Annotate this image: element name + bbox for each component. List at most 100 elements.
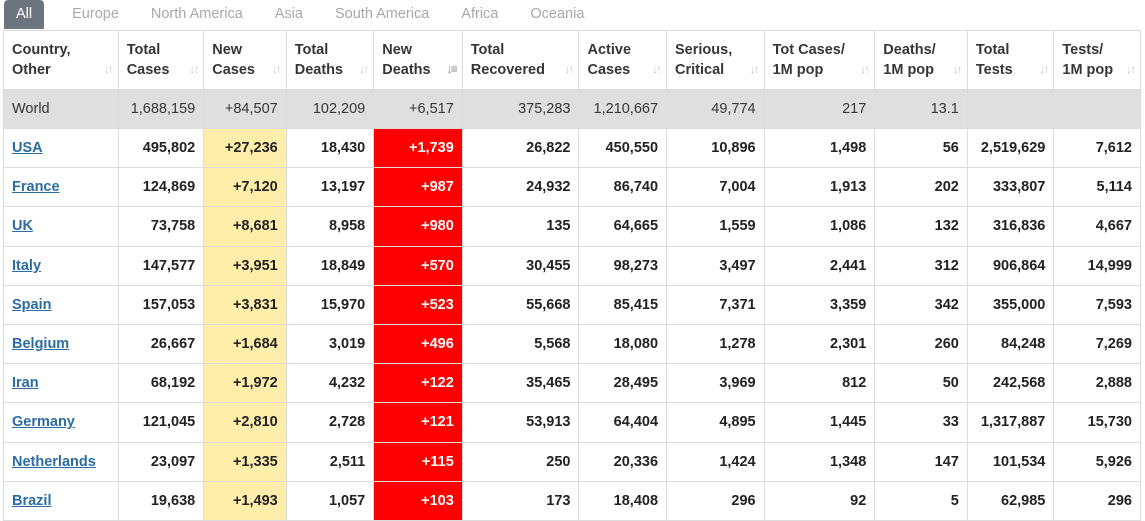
cell-active-cases: 28,495	[578, 363, 668, 404]
cell-total-deaths: 2,728	[285, 402, 375, 443]
cell-deaths-per-1m: 147	[874, 441, 968, 482]
country-link[interactable]: Spain	[12, 297, 51, 313]
table-row: USA 495,802 +27,236 18,430 +1,739 26,822 450,5…	[3, 127, 1141, 169]
header-tests-per-1m[interactable]: Tests/1M pop ↓↑	[1053, 30, 1141, 90]
header-line1: Country,	[12, 42, 71, 58]
cell-deaths-per-1m: 33	[874, 402, 968, 443]
sort-arrows-icon[interactable]: ↓↑	[750, 59, 760, 79]
cell-tests-per-1m	[1053, 89, 1141, 129]
country-link[interactable]: USA	[12, 140, 43, 156]
sort-arrows-icon[interactable]: ↓↑	[272, 59, 282, 79]
header-serious-critical[interactable]: Serious, Critical ↓↑	[666, 30, 765, 90]
cell-total-cases: 124,869	[117, 167, 205, 208]
cell-total-recovered: 250	[461, 441, 580, 482]
header-line2: Cases	[587, 62, 631, 78]
cell-tot-cases-per-1m: 1,445	[763, 402, 876, 443]
covid-table: Country, Other ↓↑ Total Cases ↓↑ New Cases ↓↑ Tot…	[3, 30, 1141, 521]
header-line1: Total	[126, 42, 161, 58]
country-link[interactable]: UK	[12, 218, 33, 234]
tab-all[interactable]: All	[4, 0, 45, 29]
tab-africa[interactable]: Africa	[445, 0, 514, 29]
tab-south-america[interactable]: South America	[319, 0, 445, 29]
cell-new-cases: +7,120	[203, 167, 287, 208]
country-link[interactable]: France	[12, 179, 60, 195]
table-row: Belgium 26,667 +1,684 3,019 +496 5,568 18,080 1…	[3, 323, 1141, 365]
header-line1: Deaths/	[883, 42, 936, 58]
header-total-recovered[interactable]: Total Recovered ↓↑	[461, 30, 580, 90]
header-line1: New	[212, 42, 243, 58]
header-total-tests[interactable]: Total Tests ↓↑	[966, 30, 1055, 90]
cell-deaths-per-1m: 202	[874, 167, 968, 208]
country-link[interactable]: Belgium	[12, 336, 69, 352]
cell-active-cases: 18,408	[578, 480, 668, 521]
country-link[interactable]: Italy	[12, 258, 41, 274]
country-link[interactable]: Iran	[12, 375, 39, 391]
header-line1: Total	[470, 42, 505, 58]
cell-serious-critical: 10,896	[666, 127, 765, 169]
sort-arrows-icon[interactable]: ↓↑	[359, 59, 369, 79]
country-link[interactable]: Brazil	[12, 493, 52, 509]
table-row: Italy 147,577 +3,951 18,849 +570 30,455 98,273…	[3, 245, 1141, 286]
cell-serious-critical: 7,004	[666, 167, 765, 208]
header-new-cases[interactable]: New Cases ↓↑	[203, 30, 287, 90]
cell-new-deaths: +523	[373, 284, 463, 325]
header-line1: Serious,	[675, 42, 733, 58]
sort-arrows-icon[interactable]: ↓↑	[860, 59, 870, 79]
sort-arrows-icon[interactable]: ↓↑	[1039, 59, 1049, 79]
world-row: World 1,688,159 +84,507 102,209 +6,517 375,28…	[3, 89, 1141, 129]
cell-total-tests: 906,864	[966, 245, 1055, 286]
header-country[interactable]: Country, Other ↓↑	[3, 30, 119, 90]
header-tot-cases-per-1m[interactable]: Tot Cases/1M pop ↓↑	[763, 30, 876, 90]
cell-new-cases: +1,972	[203, 363, 287, 404]
cell-total-recovered: 135	[461, 206, 580, 247]
header-line1: Tests/	[1062, 42, 1104, 58]
tab-north-america[interactable]: North America	[135, 0, 259, 29]
header-total-deaths[interactable]: Total Deaths ↓↑	[285, 30, 375, 90]
cell-total-cases: 68,192	[117, 363, 205, 404]
tab-asia[interactable]: Asia	[259, 0, 319, 29]
header-active-cases[interactable]: Active Cases ↓↑	[578, 30, 668, 90]
cell-tot-cases-per-1m: 1,086	[763, 206, 876, 247]
cell-total-tests: 84,248	[966, 323, 1055, 365]
cell-active-cases: 85,415	[578, 284, 668, 325]
cell-total-tests: 2,519,629	[966, 127, 1055, 169]
country-link[interactable]: Germany	[12, 414, 75, 430]
sort-arrows-icon[interactable]: ↓↑	[104, 59, 114, 79]
cell-total-recovered: 35,465	[461, 363, 580, 404]
cell-total-deaths: 15,970	[285, 284, 375, 325]
cell-serious-critical: 1,424	[666, 441, 765, 482]
sort-arrows-icon[interactable]: ↓↑	[564, 59, 574, 79]
cell-total-recovered: 375,283	[461, 89, 580, 129]
header-deaths-per-1m[interactable]: Deaths/1M pop ↓↑	[874, 30, 968, 90]
sort-desc-icon[interactable]: ↓≡	[447, 59, 458, 79]
sort-arrows-icon[interactable]: ↓↑	[1126, 59, 1136, 79]
table-row: France 124,869 +7,120 13,197 +987 24,932 86,74…	[3, 167, 1141, 208]
header-line2: 1M pop	[772, 62, 824, 78]
header-line2: Tests	[975, 62, 1013, 78]
cell-country: Belgium	[3, 323, 119, 365]
cell-new-cases: +8,681	[203, 206, 287, 247]
tab-europe[interactable]: Europe	[56, 0, 135, 29]
cell-new-deaths: +6,517	[373, 89, 463, 129]
cell-total-deaths: 2,511	[285, 441, 375, 482]
cell-deaths-per-1m: 13.1	[874, 89, 968, 129]
cell-total-tests	[966, 89, 1055, 129]
country-link[interactable]: Netherlands	[12, 454, 96, 470]
tab-oceania[interactable]: Oceania	[514, 0, 600, 29]
header-line2: Deaths	[294, 62, 344, 78]
cell-new-deaths: +496	[373, 323, 463, 365]
sort-arrows-icon[interactable]: ↓↑	[953, 59, 963, 79]
cell-country: Germany	[3, 402, 119, 443]
cell-tot-cases-per-1m: 3,359	[763, 284, 876, 325]
header-new-deaths[interactable]: New Deaths ↓≡	[373, 30, 463, 90]
sort-arrows-icon[interactable]: ↓↑	[652, 59, 662, 79]
table-row: Spain 157,053 +3,831 15,970 +523 55,668 85,415…	[3, 284, 1141, 325]
cell-deaths-per-1m: 342	[874, 284, 968, 325]
cell-total-deaths: 8,958	[285, 206, 375, 247]
header-line2: Recovered	[470, 62, 545, 78]
sort-arrows-icon[interactable]: ↓↑	[189, 59, 199, 79]
header-total-cases[interactable]: Total Cases ↓↑	[117, 30, 205, 90]
cell-total-deaths: 102,209	[285, 89, 375, 129]
cell-total-deaths: 1,057	[285, 480, 375, 521]
cell-total-tests: 242,568	[966, 363, 1055, 404]
